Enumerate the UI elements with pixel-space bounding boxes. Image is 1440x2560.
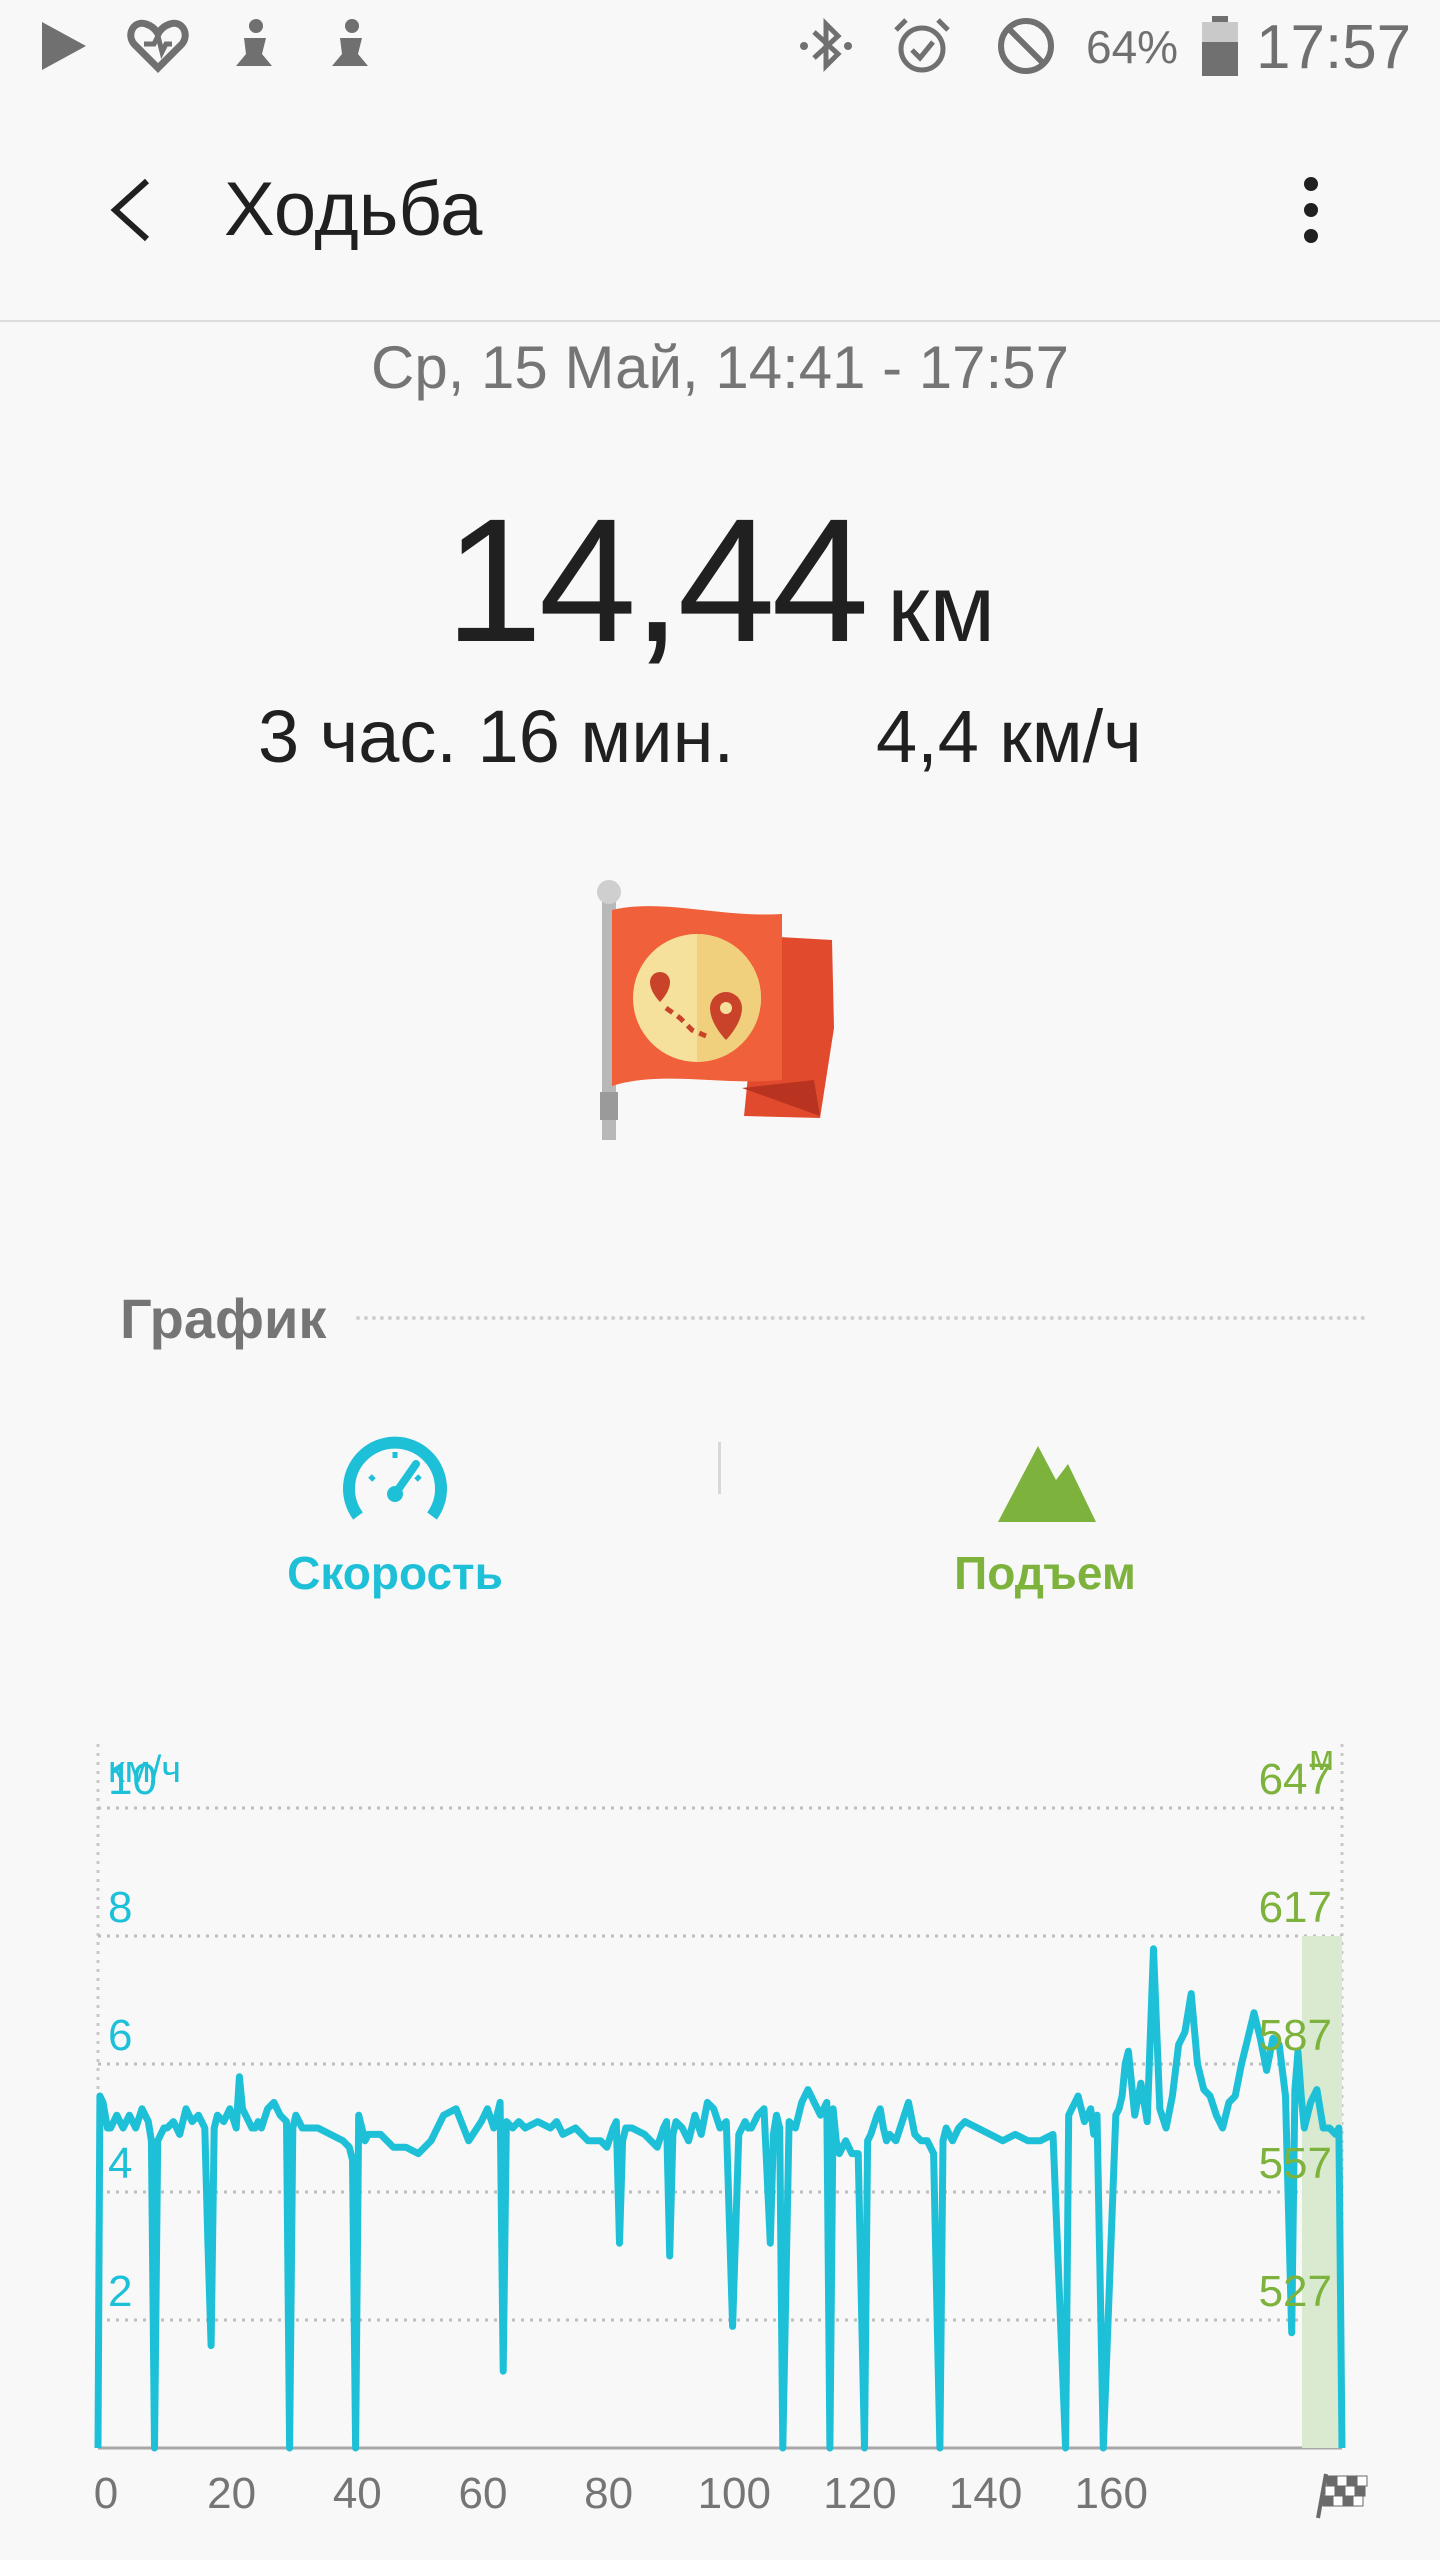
mountain-icon (994, 1430, 1098, 1530)
header-divider (0, 320, 1440, 322)
speedometer-icon (340, 1430, 450, 1530)
right-axis-tick-label: 617 (1259, 1883, 1332, 1932)
left-axis-tick-label: 8 (108, 1883, 132, 1932)
speed-series-line (94, 1945, 1346, 2452)
alarm-icon (890, 14, 954, 78)
back-arrow-icon (110, 178, 150, 242)
health-icon (126, 14, 190, 78)
x-axis-tick-label: 160 (1075, 2469, 1148, 2518)
fitness-figure-icon (318, 14, 382, 78)
fitness-figure-icon (222, 14, 286, 78)
route-flag-icon (582, 880, 852, 1150)
x-axis-tick-label: 20 (207, 2469, 256, 2518)
right-axis-tick-label: 557 (1259, 2139, 1332, 2188)
finish-flag-icon (1316, 2473, 1368, 2519)
bluetooth-icon (794, 14, 858, 78)
tab-divider (718, 1442, 721, 1494)
distance-unit: км (887, 555, 996, 662)
more-options-button[interactable] (1278, 160, 1344, 260)
left-axis-tick-label: 2 (108, 2267, 132, 2316)
more-vert-icon (1304, 177, 1318, 243)
distance-value: 14,44 (444, 483, 869, 679)
x-axis-tick-label: 80 (584, 2469, 633, 2518)
tab-speed-label: Скорость (287, 1547, 503, 1599)
average-speed: 4,4 км/ч (876, 695, 1142, 778)
tab-elevation[interactable]: Подъем (900, 1420, 1190, 1620)
tab-speed[interactable]: Скорость (250, 1420, 540, 1620)
x-axis-tick-label: 40 (333, 2469, 382, 2518)
x-axis-tick-label: 140 (949, 2469, 1022, 2518)
x-axis-tick-label: 100 (698, 2469, 771, 2518)
tab-elevation-label: Подъем (954, 1547, 1136, 1599)
play-store-icon (32, 14, 96, 78)
do-not-disturb-icon (994, 14, 1058, 78)
right-axis-tick-label: 647 (1259, 1755, 1332, 1804)
right-axis-tick-label: 527 (1259, 2267, 1332, 2316)
left-axis-tick-label: 6 (108, 2011, 132, 2060)
battery-icon (1188, 14, 1252, 78)
graph-heading: График (120, 1287, 327, 1350)
status-bar: 64% 17:57 (0, 0, 1440, 100)
workout-duration: 3 час. 16 мин. (258, 695, 735, 778)
right-axis-tick-label: 587 (1259, 2011, 1332, 2060)
x-axis-tick-label: 60 (458, 2469, 507, 2518)
left-axis-tick-label: 4 (108, 2139, 132, 2188)
graph-heading-divider (356, 1316, 1366, 1320)
workout-date-range: Ср, 15 Май, 14:41 - 17:57 (371, 334, 1069, 401)
x-axis-tick-label: 0 (94, 2469, 118, 2518)
speed-elevation-chart: 0 20 40 60 80 100 120 140 160 км/ч м2468105275575… (94, 1737, 1368, 2519)
status-clock: 17:57 (1256, 13, 1412, 82)
x-axis-tick-label: 120 (823, 2469, 896, 2518)
left-axis-tick-label: 10 (108, 1755, 157, 1804)
page-title: Ходьба (224, 167, 483, 252)
distance-summary: 14,44 км (0, 480, 1440, 682)
battery-percentage: 64% (1086, 21, 1179, 73)
back-button[interactable] (90, 160, 170, 260)
